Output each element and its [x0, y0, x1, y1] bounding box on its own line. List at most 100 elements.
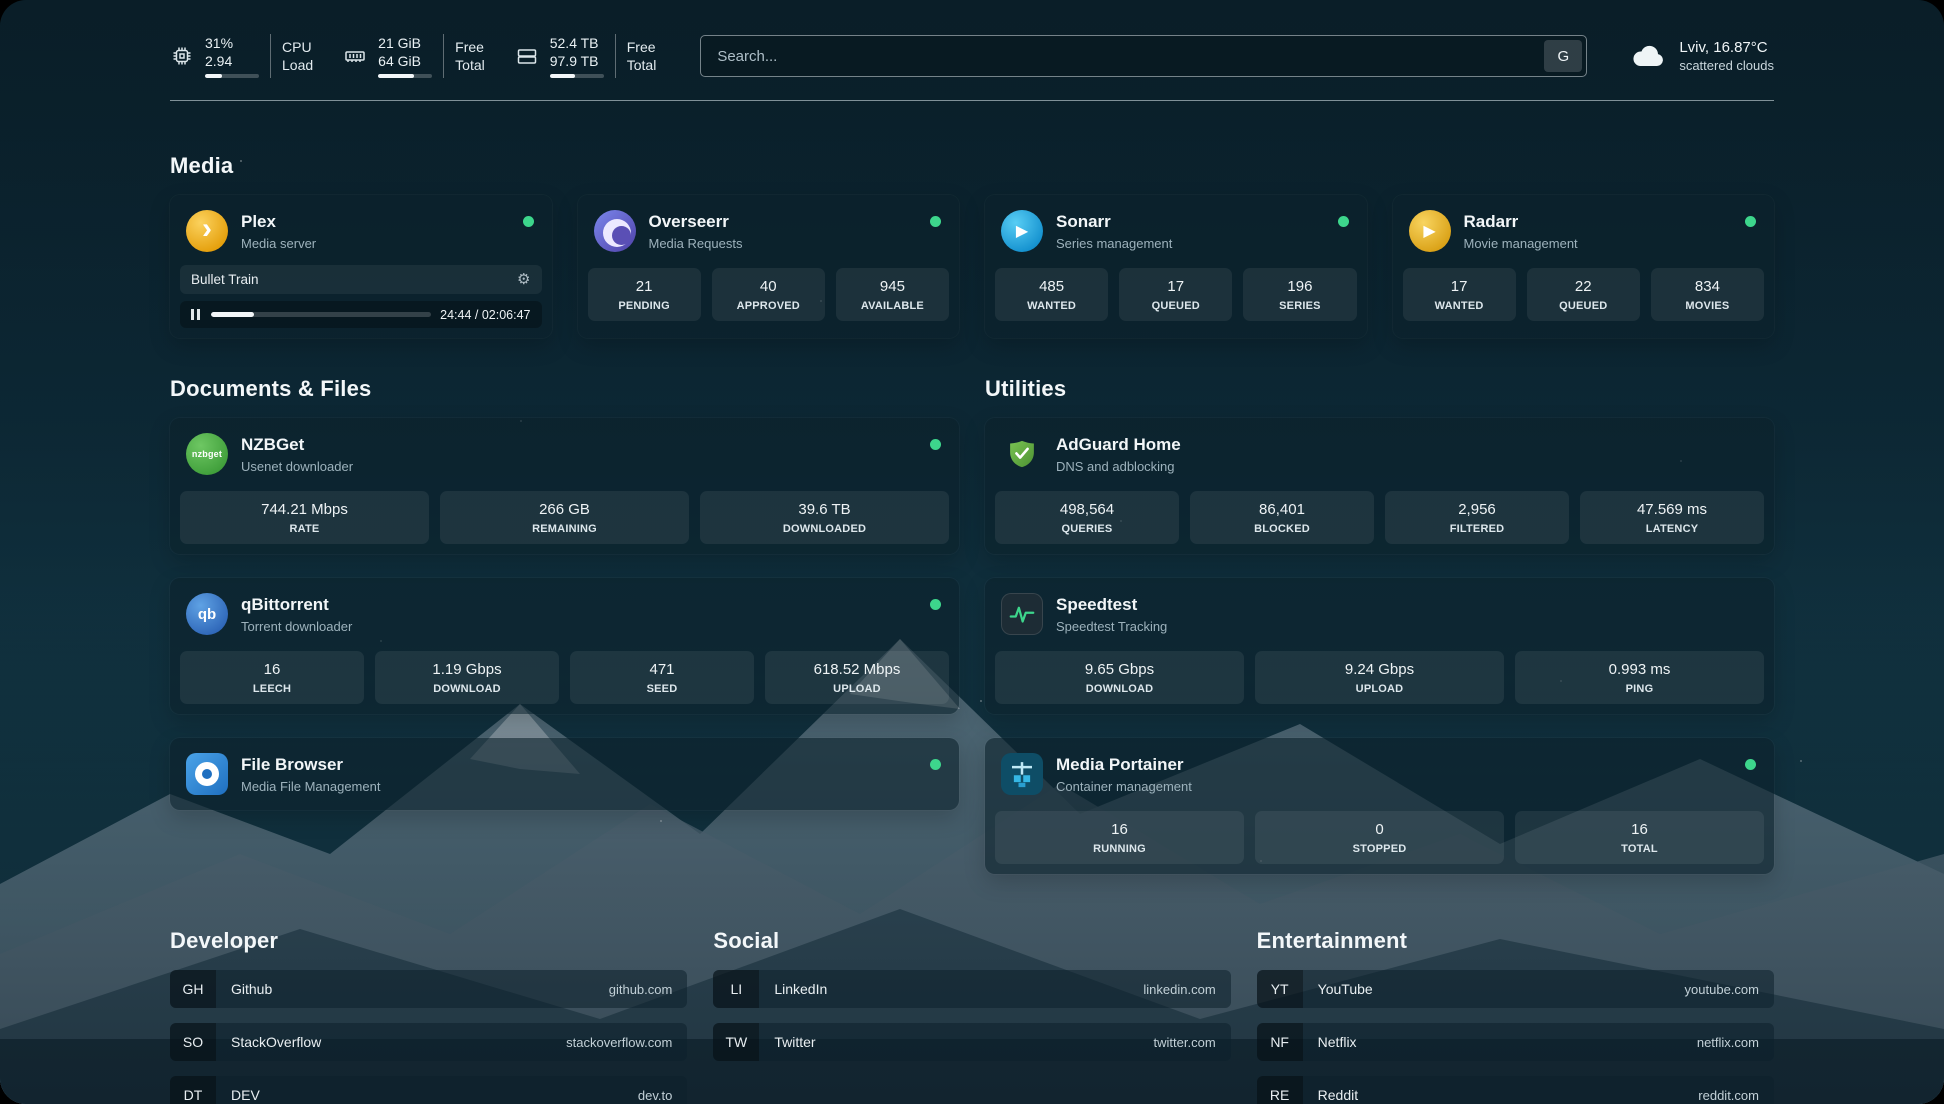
linkedin-badge: LI: [713, 970, 759, 1008]
radarr-title: Radarr: [1464, 212, 1578, 232]
stat-ping: 0.993 ms PING: [1515, 651, 1764, 704]
bookmark-twitter[interactable]: TW Twitter twitter.com: [713, 1023, 1230, 1061]
nzbget-subtitle: Usenet downloader: [241, 459, 353, 474]
memory-label-top: Free: [455, 38, 485, 56]
plex-status-dot: [523, 216, 534, 227]
github-badge: GH: [170, 970, 216, 1008]
stat-downloaded: 39.6 TB DOWNLOADED: [700, 491, 949, 544]
header-divider: [170, 100, 1774, 101]
playback-progress-track: [211, 312, 431, 317]
stat-leech: 16 LEECH: [180, 651, 364, 704]
adguard-subtitle: DNS and adblocking: [1056, 459, 1181, 474]
bookmark-dev[interactable]: DT DEV dev.to: [170, 1076, 687, 1104]
section-developer: Developer GH Github github.com SO StackO…: [170, 928, 687, 1104]
cpu-percent: 31%: [205, 34, 259, 52]
service-card-filebrowser[interactable]: File Browser Media File Management: [170, 738, 959, 810]
plex-title: Plex: [241, 212, 316, 232]
portainer-icon: [1001, 753, 1043, 795]
qbittorrent-subtitle: Torrent downloader: [241, 619, 352, 634]
bookmark-netflix[interactable]: NF Netflix netflix.com: [1257, 1023, 1774, 1061]
nzbget-icon: nzbget: [186, 433, 228, 475]
netflix-badge: NF: [1257, 1023, 1303, 1061]
weather-widget: Lviv, 16.87°C scattered clouds: [1631, 39, 1774, 73]
bookmark-youtube[interactable]: YT YouTube youtube.com: [1257, 970, 1774, 1008]
stat-stopped: 0 STOPPED: [1255, 811, 1504, 864]
cpu-values: 31% 2.94: [205, 34, 259, 78]
service-card-nzbget[interactable]: nzbget NZBGet Usenet downloader 744.21 M…: [170, 418, 959, 554]
bookmark-stackoverflow[interactable]: SO StackOverflow stackoverflow.com: [170, 1023, 687, 1061]
disk-widget: 52.4 TB 97.9 TB Free Total: [515, 34, 657, 78]
stat-download: 9.65 Gbps DOWNLOAD: [995, 651, 1244, 704]
stat-total: 16 TOTAL: [1515, 811, 1764, 864]
sonarr-title: Sonarr: [1056, 212, 1172, 232]
search-bar: G: [700, 35, 1587, 77]
bookmark-reddit[interactable]: RE Reddit reddit.com: [1257, 1076, 1774, 1104]
bookmark-linkedin[interactable]: LI LinkedIn linkedin.com: [713, 970, 1230, 1008]
plex-now-playing: Bullet Train ⚙: [180, 265, 542, 294]
portainer-subtitle: Container management: [1056, 779, 1192, 794]
playback-progress-fill: [211, 312, 254, 317]
memory-bar-fill: [378, 74, 414, 78]
search-input[interactable]: [700, 35, 1587, 77]
top-bar: 31% 2.94 CPU Load: [170, 34, 1774, 78]
disk-label-bottom: Total: [627, 56, 657, 74]
section-media: Media › Plex Media server: [170, 153, 1774, 338]
social-heading: Social: [713, 928, 1230, 954]
stat-upload: 9.24 Gbps UPLOAD: [1255, 651, 1504, 704]
sonarr-subtitle: Series management: [1056, 236, 1172, 251]
dev-badge: DT: [170, 1076, 216, 1104]
developer-heading: Developer: [170, 928, 687, 954]
sonarr-status-dot: [1338, 216, 1349, 227]
service-card-qbittorrent[interactable]: qb qBittorrent Torrent downloader 16 LEE…: [170, 578, 959, 714]
pause-icon[interactable]: [189, 307, 202, 322]
cpu-bar-fill: [205, 74, 222, 78]
stat-available: 945 AVAILABLE: [836, 268, 949, 321]
now-playing-title: Bullet Train: [191, 272, 259, 287]
stat-rate: 744.21 Mbps RATE: [180, 491, 429, 544]
disk-free: 52.4 TB: [550, 34, 604, 52]
service-card-adguard[interactable]: AdGuard Home DNS and adblocking 498,564 …: [985, 418, 1774, 554]
plex-progress-row: 24:44 / 02:06:47: [180, 301, 542, 328]
memory-free: 21 GiB: [378, 34, 432, 52]
playback-time: 24:44 / 02:06:47: [440, 308, 530, 322]
filebrowser-title: File Browser: [241, 755, 380, 775]
disk-labels: Free Total: [615, 34, 657, 78]
cpu-bar: [205, 74, 259, 78]
memory-label-bottom: Total: [455, 56, 485, 74]
speedtest-icon: [1001, 593, 1043, 635]
service-card-plex[interactable]: › Plex Media server Bullet Train ⚙: [170, 195, 552, 338]
memory-values: 21 GiB 64 GiB: [378, 34, 432, 78]
stat-download: 1.19 Gbps DOWNLOAD: [375, 651, 559, 704]
stat-queries: 498,564 QUERIES: [995, 491, 1179, 544]
service-card-speedtest[interactable]: Speedtest Speedtest Tracking 9.65 Gbps D…: [985, 578, 1774, 714]
stat-latency: 47.569 ms LATENCY: [1580, 491, 1764, 544]
service-card-sonarr[interactable]: ▶ Sonarr Series management 485 WANTED: [985, 195, 1367, 338]
section-utilities: Utilities: [985, 376, 1774, 874]
stat-movies: 834 MOVIES: [1651, 268, 1764, 321]
cpu-labels: CPU Load: [270, 34, 313, 78]
portainer-title: Media Portainer: [1056, 755, 1192, 775]
plex-icon: ›: [186, 210, 228, 252]
search-provider-button[interactable]: G: [1544, 40, 1582, 72]
dashboard-screen: 31% 2.94 CPU Load: [0, 0, 1944, 1104]
speedtest-title: Speedtest: [1056, 595, 1167, 615]
utilities-heading: Utilities: [985, 376, 1774, 402]
adguard-icon: [1001, 433, 1043, 475]
service-card-overseerr[interactable]: Overseerr Media Requests 21 PENDING 40 A…: [578, 195, 960, 338]
cpu-icon: [170, 44, 194, 68]
cloud-icon: [1631, 42, 1667, 70]
service-card-radarr[interactable]: ▶ Radarr Movie management 17 WANTED: [1393, 195, 1775, 338]
plex-subtitle: Media server: [241, 236, 316, 251]
stat-approved: 40 APPROVED: [712, 268, 825, 321]
stat-series: 196 SERIES: [1243, 268, 1356, 321]
section-documents: Documents & Files nzbget NZBGet Usenet d…: [170, 376, 959, 874]
bookmark-github[interactable]: GH Github github.com: [170, 970, 687, 1008]
disk-label-top: Free: [627, 38, 657, 56]
cpu-label-top: CPU: [282, 38, 313, 56]
overseerr-subtitle: Media Requests: [649, 236, 743, 251]
service-card-portainer[interactable]: Media Portainer Container management 16 …: [985, 738, 1774, 874]
memory-labels: Free Total: [443, 34, 485, 78]
stat-blocked: 86,401 BLOCKED: [1190, 491, 1374, 544]
cpu-label-bottom: Load: [282, 56, 313, 74]
gear-icon[interactable]: ⚙: [517, 272, 530, 287]
